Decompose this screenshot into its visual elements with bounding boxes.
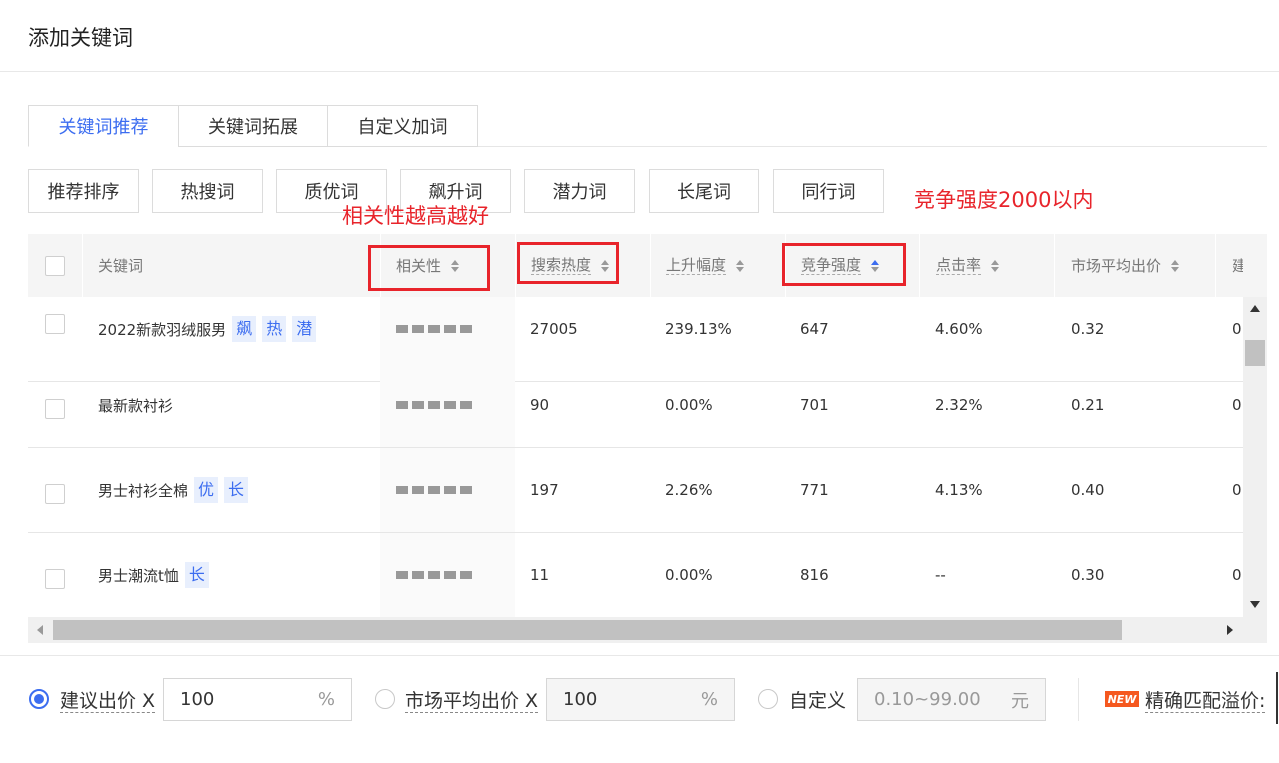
market-bid-radio[interactable]	[375, 689, 395, 709]
ctr-cell: 4.13%	[935, 481, 983, 499]
tab-custom-add[interactable]: 自定义加词	[327, 105, 478, 147]
row-checkbox[interactable]	[45, 569, 65, 589]
avg-bid-cell: 0.40	[1071, 481, 1105, 499]
sort-icon[interactable]	[1171, 259, 1180, 272]
avg-bid-cell: 0.32	[1071, 320, 1105, 338]
scroll-right-icon[interactable]	[1227, 625, 1233, 635]
filter-potential[interactable]: 潜力词	[524, 169, 635, 213]
tag-potential: 潜	[292, 316, 317, 342]
relevance-bars	[396, 287, 472, 371]
row-checkbox[interactable]	[45, 484, 65, 504]
market-bid-input[interactable]: 100%	[546, 678, 735, 721]
ctr-cell: 2.32%	[935, 396, 983, 414]
tab-keyword-recommend[interactable]: 关键词推荐	[28, 105, 179, 147]
highlight-relevance	[368, 245, 490, 291]
relevance-annotation: 相关性越高越好	[342, 204, 489, 228]
bid-separator	[1078, 678, 1079, 721]
competition-cell: 771	[800, 481, 829, 499]
ctr-cell: 4.60%	[935, 320, 983, 338]
vertical-scroll-thumb[interactable]	[1245, 340, 1265, 366]
table-row: 男士潮流t恤 长 11 0.00% 816 -- 0.30 0.	[28, 533, 1243, 617]
table-row: 最新款衬衫 90 0.00% 701 2.32% 0.21 0.	[28, 363, 1243, 448]
tag-long-tail: 长	[224, 477, 249, 503]
scroll-up-icon[interactable]	[1250, 305, 1260, 312]
search-heat-cell: 11	[530, 566, 550, 584]
bottom-divider	[0, 655, 1279, 656]
search-heat-cell: 27005	[530, 320, 578, 338]
rise-cell: 0.00%	[665, 396, 713, 414]
competition-cell: 816	[800, 566, 829, 584]
sort-icon[interactable]	[736, 259, 745, 272]
filter-hot-search[interactable]: 热搜词	[152, 169, 263, 213]
filter-long-tail[interactable]: 长尾词	[649, 169, 759, 213]
relevance-bars	[396, 533, 472, 617]
market-bid-label: 市场平均出价 X	[405, 690, 539, 713]
tag-hot: 热	[262, 316, 287, 342]
table-row: 男士衬衫全棉 优 长 197 2.26% 771 4.13% 0.40 0.	[28, 448, 1243, 533]
search-heat-cell: 90	[530, 396, 550, 414]
scroll-left-icon[interactable]	[37, 625, 43, 635]
highlight-competition	[782, 243, 906, 286]
rise-cell: 0.00%	[665, 566, 713, 584]
suggested-bid-label: 建议出价 X	[60, 690, 156, 713]
tab-underline	[478, 146, 1267, 147]
row-checkbox[interactable]	[45, 314, 65, 334]
tag-quality: 优	[194, 477, 219, 503]
competition-cell: 647	[800, 320, 829, 338]
highlight-search-heat	[517, 242, 619, 284]
keyword-cell: 2022新款羽绒服男 飙 热 潜	[98, 287, 317, 371]
custom-bid-label: 自定义	[789, 690, 847, 712]
custom-bid-radio[interactable]	[758, 689, 778, 709]
horizontal-scroll-thumb[interactable]	[53, 620, 1122, 640]
exact-match-premium-label: 精确匹配溢价:	[1145, 690, 1266, 713]
tab-keyword-expand[interactable]: 关键词拓展	[178, 105, 328, 147]
suggested-bid-input[interactable]: 100%	[163, 678, 352, 721]
scroll-down-icon[interactable]	[1250, 601, 1260, 608]
row-checkbox[interactable]	[45, 399, 65, 419]
rise-cell: 2.26%	[665, 481, 713, 499]
new-badge: NEW	[1105, 691, 1139, 707]
dialog-title: 添加关键词	[28, 26, 133, 50]
keyword-cell: 男士潮流t恤 长	[98, 533, 209, 617]
suggested-bid-radio[interactable]	[29, 689, 49, 709]
filter-peer[interactable]: 同行词	[773, 169, 884, 213]
keyword-cell: 男士衬衫全棉 优 长	[98, 448, 249, 532]
select-all-checkbox[interactable]	[45, 256, 65, 276]
avg-bid-cell: 0.30	[1071, 566, 1105, 584]
suggested-bid-cell: 0.	[1232, 481, 1243, 499]
sort-icon[interactable]	[991, 259, 1000, 272]
suggested-bid-cell: 0.	[1232, 396, 1243, 414]
title-divider	[0, 71, 1279, 72]
relevance-bars	[396, 448, 472, 532]
search-heat-cell: 197	[530, 481, 559, 499]
ctr-cell: --	[935, 566, 946, 584]
tag-rising: 飙	[232, 316, 257, 342]
competition-cell: 701	[800, 396, 829, 414]
tag-long-tail: 长	[184, 562, 209, 588]
suggested-bid-cell: 0.	[1232, 566, 1243, 584]
keyword-cell: 最新款衬衫	[98, 396, 174, 415]
custom-bid-input[interactable]: 0.10~99.00 元	[857, 678, 1046, 721]
competition-annotation: 竞争强度2000以内	[914, 188, 1094, 212]
rise-cell: 239.13%	[665, 320, 732, 338]
relevance-bars	[396, 363, 472, 447]
text-cursor	[1276, 672, 1278, 724]
suggested-bid-cell: 0.	[1232, 320, 1243, 338]
filter-recommend-sort[interactable]: 推荐排序	[28, 169, 139, 213]
avg-bid-cell: 0.21	[1071, 396, 1105, 414]
